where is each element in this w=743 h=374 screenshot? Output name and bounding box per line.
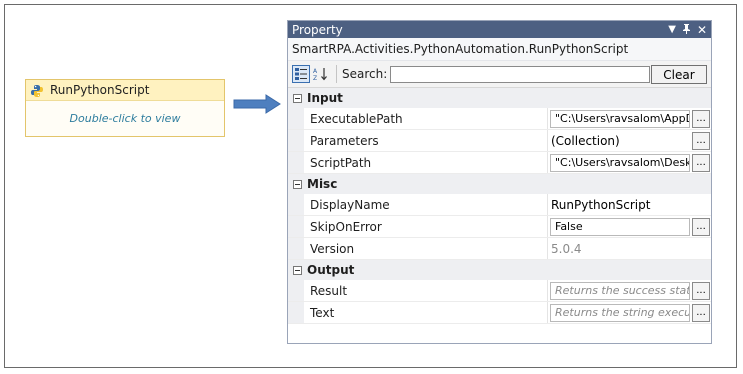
right-arrow-icon — [233, 94, 281, 114]
ellipsis-button[interactable]: ... — [692, 281, 710, 300]
selected-type-name: SmartRPA.Activities.PythonAutomation.Run… — [288, 38, 711, 61]
property-value-cell[interactable]: False... — [548, 216, 711, 237]
property-name: SkipOnError — [304, 216, 548, 237]
category-label: Input — [307, 91, 343, 105]
python-icon — [30, 83, 44, 97]
property-row[interactable]: ExecutablePath "C:\Users\ravsalom\AppD... — [288, 108, 711, 130]
property-row[interactable]: Result Returns the success state... — [288, 280, 711, 302]
category-label: Output — [307, 263, 355, 277]
ellipsis-button[interactable]: ... — [692, 303, 710, 322]
ellipsis-button[interactable]: ... — [692, 153, 710, 172]
property-value-cell[interactable]: Returns the string executi... — [548, 302, 711, 323]
category-label: Misc — [307, 177, 338, 191]
property-value-field[interactable]: Returns the success state — [550, 281, 690, 300]
dropdown-icon[interactable]: ▼ — [668, 24, 676, 35]
property-value-field[interactable]: "C:\Users\ravsalom\AppD — [550, 109, 690, 128]
property-value-cell[interactable]: 5.0.4 — [548, 238, 711, 259]
row-gutter — [288, 280, 304, 301]
property-value-field[interactable]: "C:\Users\ravsalom\Desk — [550, 153, 690, 172]
clear-button[interactable]: Clear — [651, 65, 707, 84]
property-row[interactable]: SkipOnError False... — [288, 216, 711, 238]
svg-text:A: A — [313, 68, 318, 75]
row-gutter — [288, 238, 304, 259]
property-name: DisplayName — [304, 194, 548, 215]
property-name: ScriptPath — [304, 152, 548, 173]
panel-toolbar: A Z Search: Clear — [288, 61, 711, 88]
property-value-text: RunPythonScript — [551, 197, 651, 212]
category-misc[interactable]: Misc — [288, 174, 711, 194]
search-input[interactable] — [390, 65, 651, 83]
property-value-readonly: 5.0.4 — [551, 241, 582, 256]
categorized-view-button[interactable] — [292, 65, 310, 83]
ellipsis-button[interactable]: ... — [692, 131, 710, 150]
property-row[interactable]: Text Returns the string executi... — [288, 302, 711, 324]
property-name: ExecutablePath — [304, 108, 548, 129]
collapse-toggle-icon[interactable] — [293, 179, 302, 189]
property-row[interactable]: Version 5.0.4 — [288, 238, 711, 260]
property-placeholder: Returns the string executi — [555, 306, 690, 319]
property-value-cell[interactable]: Returns the success state... — [548, 280, 711, 301]
activity-header: RunPythonScript — [26, 80, 224, 101]
property-row[interactable]: Parameters (Collection)... — [288, 130, 711, 152]
row-gutter — [288, 108, 304, 129]
property-grid: Input ExecutablePath "C:\Users\ravsalom\Ap… — [288, 88, 711, 324]
property-value-cell[interactable]: "C:\Users\ravsalom\AppD... — [548, 108, 711, 129]
row-gutter — [288, 194, 304, 215]
search-label: Search: — [342, 67, 388, 81]
property-value-cell[interactable]: (Collection)... — [548, 130, 711, 151]
toolbar-separator — [336, 65, 337, 83]
ellipsis-button[interactable]: ... — [692, 217, 710, 236]
property-value-text: (Collection) — [551, 133, 620, 148]
category-input[interactable]: Input — [288, 88, 711, 108]
collapse-toggle-icon[interactable] — [293, 265, 302, 275]
svg-text:Z: Z — [313, 75, 317, 81]
row-gutter — [288, 302, 304, 323]
property-row[interactable]: ScriptPath "C:\Users\ravsalom\Desk... — [288, 152, 711, 174]
category-output[interactable]: Output — [288, 260, 711, 280]
close-icon[interactable]: ✕ — [697, 23, 707, 37]
property-panel: Property ▼ ✕ SmartRPA.Activities.PythonA… — [287, 20, 712, 344]
property-value-cell[interactable]: "C:\Users\ravsalom\Desk... — [548, 152, 711, 173]
property-placeholder: Returns the success state — [555, 284, 690, 297]
property-value-cell[interactable]: RunPythonScript — [548, 194, 711, 215]
activity-hint: Double-click to view — [69, 112, 181, 125]
alphabetical-sort-icon[interactable]: A Z — [312, 65, 330, 83]
collapse-toggle-icon[interactable] — [293, 93, 302, 103]
row-gutter — [288, 152, 304, 173]
property-name: Text — [304, 302, 548, 323]
property-row[interactable]: DisplayName RunPythonScript — [288, 194, 711, 216]
property-name: Version — [304, 238, 548, 259]
row-gutter — [288, 216, 304, 237]
property-name: Parameters — [304, 130, 548, 151]
activity-card[interactable]: RunPythonScript Double-click to view — [25, 79, 225, 137]
property-value-field[interactable]: Returns the string executi — [550, 303, 690, 322]
ellipsis-button[interactable]: ... — [692, 109, 710, 128]
row-gutter — [288, 130, 304, 151]
property-value-field[interactable]: False — [550, 217, 690, 236]
property-name: Result — [304, 280, 548, 301]
pin-icon[interactable] — [682, 23, 691, 37]
activity-title: RunPythonScript — [50, 83, 150, 97]
panel-titlebar: Property ▼ ✕ — [288, 21, 711, 38]
panel-title: Property — [292, 22, 343, 37]
